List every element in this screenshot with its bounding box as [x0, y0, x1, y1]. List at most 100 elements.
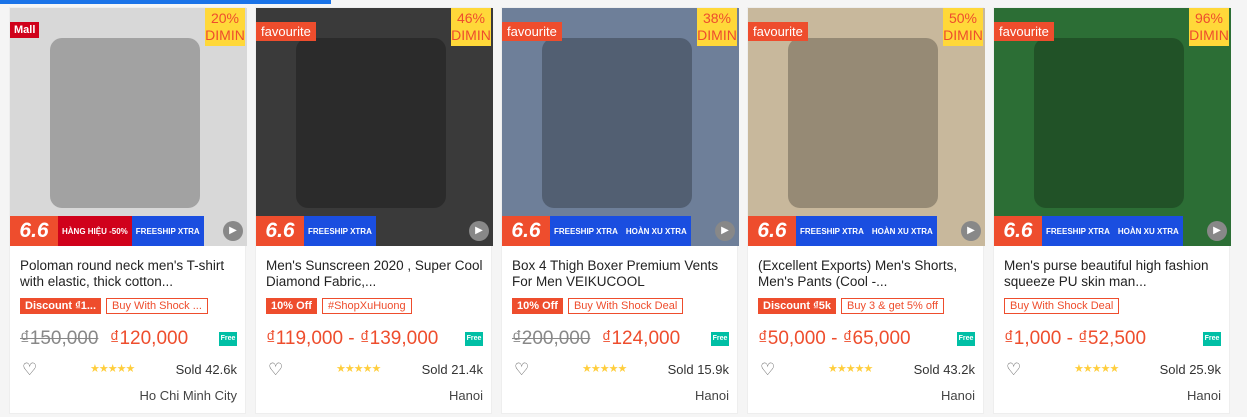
freeship-icon: Free	[1203, 332, 1221, 346]
freeship-icon: Free	[219, 332, 237, 346]
product-title[interactable]: (Excellent Exports) Men's Shorts, Men's …	[758, 258, 978, 290]
product-card[interactable]: favourite 50% DIMIN 6.6 FREESHIP XTRA HOÀ…	[747, 7, 985, 414]
tags: Discount ₫5k Buy 3 & get 5% off	[758, 298, 944, 314]
promo-badge: FREESHIP XTRA	[796, 216, 868, 246]
mall-badge: Mall	[10, 22, 40, 38]
star-icon: ★★★★★	[90, 363, 135, 375]
sold-count: Sold 42.6k	[175, 362, 237, 377]
promo-bar: 6.6 FREESHIP XTRA HOÀN XU XTRA ▶	[502, 216, 739, 246]
deal-tag: Buy 3 & get 5% off	[841, 298, 944, 314]
promo-66: 6.6	[748, 216, 796, 246]
sold-count: Sold 21.4k	[421, 362, 483, 377]
favourite-badge: favourite	[748, 22, 808, 41]
promo-badge: HOÀN XU XTRA	[621, 216, 691, 246]
discount-percent: 38%	[702, 10, 732, 26]
current-price: ₫124,000	[601, 328, 681, 349]
play-icon[interactable]: ▶	[961, 221, 981, 241]
product-title[interactable]: Men's purse beautiful high fashion squee…	[1004, 258, 1224, 290]
price: ₫200,000 ₫124,000	[512, 328, 680, 350]
sold-count: Sold 25.9k	[1159, 362, 1221, 377]
sold-count: Sold 15.9k	[667, 362, 729, 377]
discount-percent: 96%	[1194, 10, 1224, 26]
tags: 10% Off Buy With Shock Deal	[512, 298, 684, 314]
price: ₫150,000 ₫120,000	[20, 328, 188, 350]
discount-label: DIMIN	[943, 27, 983, 43]
deal-tag: Buy With Shock Deal	[567, 298, 684, 314]
tags: 10% Off #ShopXuHuong	[266, 298, 412, 314]
discount-badge: 38% DIMIN	[697, 8, 737, 46]
heart-icon[interactable]: ♡	[1006, 360, 1021, 380]
location: Ho Chi Minh City	[139, 388, 237, 403]
promo-badge: FREESHIP XTRA	[131, 216, 204, 246]
promo-badge: HÀNG HIỆU -50%	[58, 216, 132, 246]
star-icon: ★★★★★	[336, 363, 381, 375]
current-price: ₫50,000 - ₫65,000	[758, 328, 911, 349]
discount-label: DIMIN	[697, 27, 737, 43]
freeship-icon: Free	[465, 332, 483, 346]
location: Hanoi	[695, 388, 729, 403]
top-accent-bar	[0, 0, 331, 4]
promo-badge: HOÀN XU XTRA	[1113, 216, 1183, 246]
product-card[interactable]: favourite 38% DIMIN 6.6 FREESHIP XTRA HOÀ…	[501, 7, 739, 414]
discount-badge: 46% DIMIN	[451, 8, 491, 46]
discount-percent: 50%	[948, 10, 978, 26]
tags: Discount ₫1... Buy With Shock ...	[20, 298, 208, 314]
location: Hanoi	[449, 388, 483, 403]
product-title[interactable]: Men's Sunscreen 2020 , Super Cool Diamon…	[266, 258, 486, 290]
current-price: ₫1,000 - ₫52,500	[1004, 328, 1147, 349]
freeship-icon: Free	[711, 332, 729, 346]
product-card[interactable]: favourite 96% DIMIN 6.6 FREESHIP XTRA HOÀ…	[993, 7, 1231, 414]
promo-bar: 6.6 FREESHIP XTRA HOÀN XU XTRA ▶	[748, 216, 985, 246]
discount-percent: 20%	[210, 10, 240, 26]
tags: Buy With Shock Deal	[1004, 298, 1120, 314]
location: Hanoi	[941, 388, 975, 403]
deal-tag: #ShopXuHuong	[321, 298, 412, 314]
discount-tag: 10% Off	[266, 298, 317, 314]
favourite-badge: favourite	[256, 22, 316, 41]
promo-badge: FREESHIP XTRA	[304, 216, 376, 246]
product-title[interactable]: Box 4 Thigh Boxer Premium Vents For Men …	[512, 258, 732, 290]
heart-icon[interactable]: ♡	[514, 360, 529, 380]
discount-badge: 50% DIMIN	[943, 8, 983, 46]
favourite-badge: favourite	[502, 22, 562, 41]
product-card[interactable]: Mall 20% DIMIN 6.6 HÀNG HIỆU -50% FREESHI…	[9, 7, 247, 414]
discount-tag: 10% Off	[512, 298, 563, 314]
promo-66: 6.6	[502, 216, 550, 246]
promo-bar: 6.6 HÀNG HIỆU -50% FREESHIP XTRA ▶	[10, 216, 247, 246]
original-price: ₫200,000	[512, 328, 591, 349]
heart-icon[interactable]: ♡	[268, 360, 283, 380]
heart-icon[interactable]: ♡	[22, 360, 37, 380]
discount-badge: 96% DIMIN	[1189, 8, 1229, 46]
play-icon[interactable]: ▶	[223, 221, 243, 241]
price: ₫1,000 - ₫52,500	[1004, 328, 1146, 350]
original-price: ₫150,000	[20, 328, 99, 349]
product-title[interactable]: Poloman round neck men's T-shirt with el…	[20, 258, 240, 290]
promo-badge: HOÀN XU XTRA	[867, 216, 937, 246]
current-price: ₫119,000 - ₫139,000	[266, 328, 439, 349]
play-icon[interactable]: ▶	[469, 221, 489, 241]
price: ₫119,000 - ₫139,000	[266, 328, 438, 350]
product-grid: Mall 20% DIMIN 6.6 HÀNG HIỆU -50% FREESHI…	[9, 7, 1231, 414]
star-icon: ★★★★★	[1074, 363, 1119, 375]
star-icon: ★★★★★	[828, 363, 873, 375]
sold-count: Sold 43.2k	[913, 362, 975, 377]
play-icon[interactable]: ▶	[715, 221, 735, 241]
discount-label: DIMIN	[205, 27, 245, 43]
heart-icon[interactable]: ♡	[760, 360, 775, 380]
favourite-badge: favourite	[994, 22, 1054, 41]
play-icon[interactable]: ▶	[1207, 221, 1227, 241]
promo-badge: FREESHIP XTRA	[550, 216, 622, 246]
deal-tag: Buy With Shock Deal	[1004, 298, 1120, 314]
promo-66: 6.6	[256, 216, 304, 246]
freeship-icon: Free	[957, 332, 975, 346]
deal-tag: Buy With Shock ...	[106, 298, 208, 314]
discount-badge: 20% DIMIN	[205, 8, 245, 46]
discount-percent: 46%	[456, 10, 486, 26]
promo-66: 6.6	[994, 216, 1042, 246]
promo-bar: 6.6 FREESHIP XTRA HOÀN XU XTRA ▶	[994, 216, 1231, 246]
discount-tag: Discount ₫1...	[20, 298, 102, 314]
discount-tag: Discount ₫5k	[758, 298, 836, 314]
product-card[interactable]: favourite 46% DIMIN 6.6 FREESHIP XTRA ▶ …	[255, 7, 493, 414]
promo-bar: 6.6 FREESHIP XTRA ▶	[256, 216, 493, 246]
current-price: ₫120,000	[109, 328, 189, 349]
